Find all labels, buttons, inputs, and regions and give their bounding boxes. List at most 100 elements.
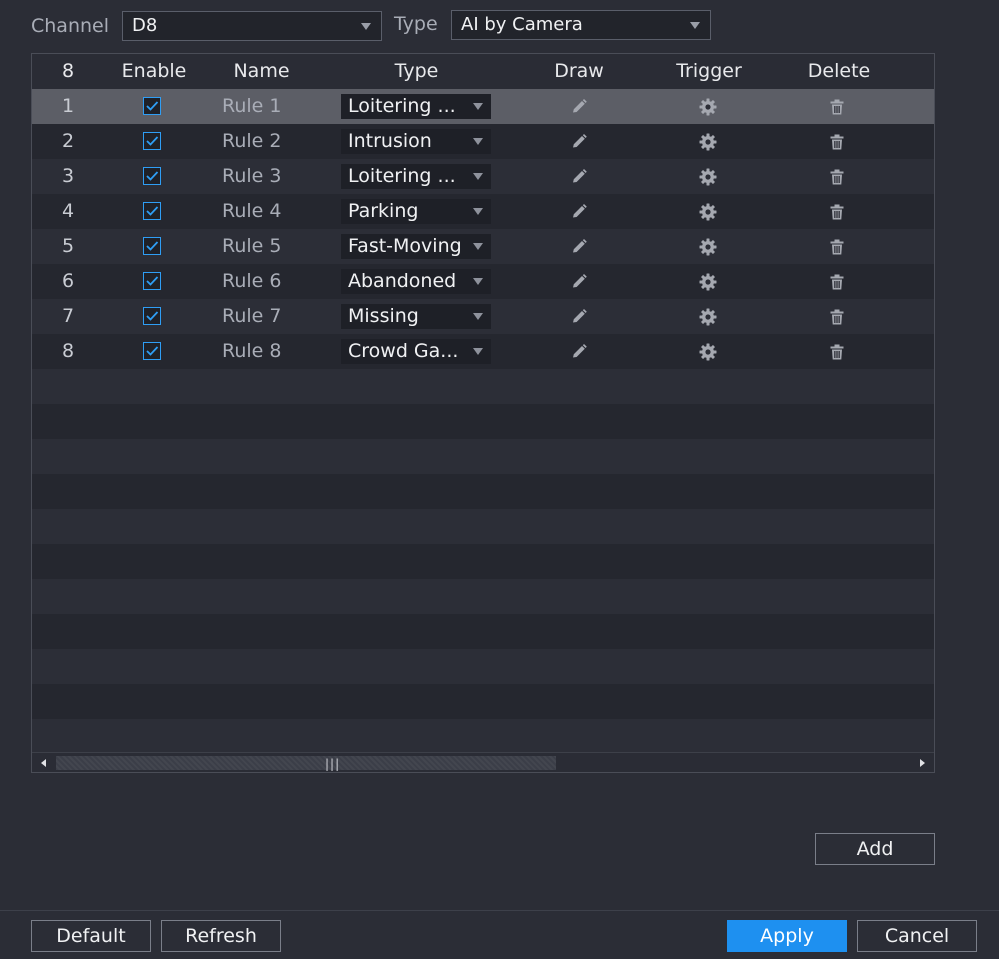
empty-row <box>32 474 934 509</box>
trash-icon[interactable] <box>827 237 847 257</box>
empty-row <box>32 649 934 684</box>
horizontal-scrollbar[interactable]: ||| <box>32 752 934 772</box>
add-button[interactable]: Add <box>815 833 935 865</box>
gear-icon[interactable] <box>698 167 718 187</box>
pencil-icon[interactable] <box>569 342 589 362</box>
rule-type-value: Abandoned <box>348 270 457 292</box>
channel-label: Channel <box>31 15 110 37</box>
header-enable: Enable <box>121 60 187 82</box>
rule-type-value: Crowd Ga... <box>348 340 459 362</box>
rule-type-select[interactable]: Loitering ... <box>341 94 491 119</box>
rule-type-select[interactable]: Crowd Ga... <box>341 339 491 364</box>
type-select[interactable]: AI by Camera <box>451 10 711 40</box>
chevron-down-icon <box>361 23 371 30</box>
gear-icon[interactable] <box>698 272 718 292</box>
empty-row <box>32 544 934 579</box>
scroll-left-icon[interactable] <box>41 759 46 767</box>
table-row[interactable]: 1 Rule 1 Loitering ... <box>32 89 934 124</box>
type-value: AI by Camera <box>461 14 583 35</box>
trash-icon[interactable] <box>827 202 847 222</box>
table-row[interactable]: 5 Rule 5 Fast-Moving <box>32 229 934 264</box>
trash-icon[interactable] <box>827 272 847 292</box>
enable-checkbox[interactable] <box>143 202 161 220</box>
header-name: Name <box>233 60 290 82</box>
header-count: 8 <box>61 60 75 82</box>
empty-row <box>32 684 934 719</box>
row-number: 2 <box>61 130 75 152</box>
grip-icon: ||| <box>325 757 341 771</box>
scroll-right-icon[interactable] <box>920 759 925 767</box>
enable-checkbox[interactable] <box>143 307 161 325</box>
pencil-icon[interactable] <box>569 272 589 292</box>
header-type: Type <box>394 60 439 82</box>
rule-type-value: Fast-Moving <box>348 235 462 257</box>
chevron-down-icon <box>473 243 483 250</box>
pencil-icon[interactable] <box>569 237 589 257</box>
row-number: 3 <box>61 165 75 187</box>
channel-select[interactable]: D8 <box>122 11 382 41</box>
enable-checkbox[interactable] <box>143 132 161 150</box>
chevron-down-icon <box>473 208 483 215</box>
pencil-icon[interactable] <box>569 202 589 222</box>
table-body: 1 Rule 1 Loitering ... 2 Rule 2 Intrusion 3 Rul… <box>32 89 934 754</box>
empty-row <box>32 404 934 439</box>
rule-name: Rule 4 <box>222 200 282 222</box>
rule-type-select[interactable]: Loitering ... <box>341 164 491 189</box>
footer-divider <box>0 910 999 911</box>
pencil-icon[interactable] <box>569 132 589 152</box>
type-label: Type <box>394 13 438 35</box>
table-row[interactable]: 3 Rule 3 Loitering ... <box>32 159 934 194</box>
rule-name: Rule 6 <box>222 270 282 292</box>
rule-name: Rule 2 <box>222 130 282 152</box>
pencil-icon[interactable] <box>569 307 589 327</box>
chevron-down-icon <box>473 138 483 145</box>
table-row[interactable]: 2 Rule 2 Intrusion <box>32 124 934 159</box>
trash-icon[interactable] <box>827 342 847 362</box>
gear-icon[interactable] <box>698 307 718 327</box>
pencil-icon[interactable] <box>569 167 589 187</box>
gear-icon[interactable] <box>698 202 718 222</box>
table-row[interactable]: 4 Rule 4 Parking <box>32 194 934 229</box>
chevron-down-icon <box>473 173 483 180</box>
scrollbar-thumb[interactable]: ||| <box>56 756 556 771</box>
cancel-button[interactable]: Cancel <box>857 920 977 952</box>
trash-icon[interactable] <box>827 97 847 117</box>
trash-icon[interactable] <box>827 167 847 187</box>
rule-type-select[interactable]: Intrusion <box>341 129 491 154</box>
row-number: 7 <box>61 305 75 327</box>
rule-type-select[interactable]: Parking <box>341 199 491 224</box>
rule-type-value: Intrusion <box>348 130 432 152</box>
enable-checkbox[interactable] <box>143 97 161 115</box>
rules-table: 8 Enable Name Type Draw Trigger Delete 1… <box>31 53 935 773</box>
header-delete: Delete <box>807 60 871 82</box>
enable-checkbox[interactable] <box>143 342 161 360</box>
gear-icon[interactable] <box>698 342 718 362</box>
rule-type-select[interactable]: Abandoned <box>341 269 491 294</box>
header-trigger: Trigger <box>676 60 742 82</box>
rule-type-value: Loitering ... <box>348 165 456 187</box>
table-row[interactable]: 7 Rule 7 Missing <box>32 299 934 334</box>
trash-icon[interactable] <box>827 132 847 152</box>
rule-name: Rule 8 <box>222 340 282 362</box>
enable-checkbox[interactable] <box>143 272 161 290</box>
gear-icon[interactable] <box>698 97 718 117</box>
refresh-button[interactable]: Refresh <box>161 920 281 952</box>
gear-icon[interactable] <box>698 237 718 257</box>
table-row[interactable]: 6 Rule 6 Abandoned <box>32 264 934 299</box>
default-button[interactable]: Default <box>31 920 151 952</box>
gear-icon[interactable] <box>698 132 718 152</box>
table-row[interactable]: 8 Rule 8 Crowd Ga... <box>32 334 934 369</box>
pencil-icon[interactable] <box>569 97 589 117</box>
enable-checkbox[interactable] <box>143 237 161 255</box>
row-number: 5 <box>61 235 75 257</box>
enable-checkbox[interactable] <box>143 167 161 185</box>
chevron-down-icon <box>473 278 483 285</box>
apply-button[interactable]: Apply <box>727 920 847 952</box>
rule-type-select[interactable]: Fast-Moving <box>341 234 491 259</box>
row-number: 1 <box>61 95 75 117</box>
chevron-down-icon <box>473 348 483 355</box>
empty-row <box>32 439 934 474</box>
rule-type-select[interactable]: Missing <box>341 304 491 329</box>
chevron-down-icon <box>473 103 483 110</box>
trash-icon[interactable] <box>827 307 847 327</box>
